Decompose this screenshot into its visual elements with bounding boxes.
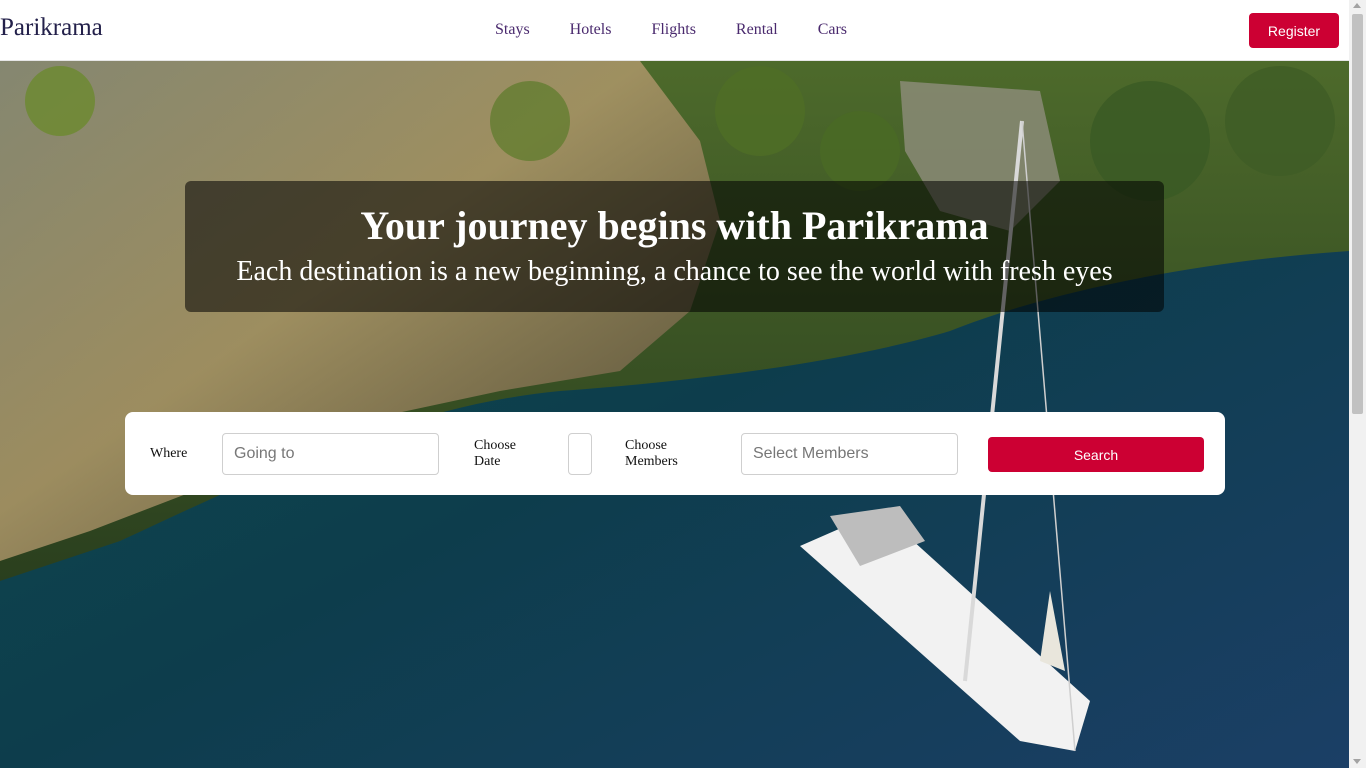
- scroll-thumb[interactable]: [1352, 14, 1363, 414]
- where-label: Where: [150, 446, 188, 461]
- date-input[interactable]: [568, 433, 592, 475]
- nav-link-stays[interactable]: Stays: [495, 20, 530, 40]
- choose-members-label-line2: Members: [625, 454, 678, 469]
- hero-section: Your journey begins with Parikrama Each …: [0, 61, 1349, 768]
- nav-link-hotels[interactable]: Hotels: [570, 20, 612, 40]
- search-panel: Where Choose Date Choose Members Search: [125, 412, 1225, 495]
- choose-date-label-line2: Date: [474, 454, 501, 469]
- nav-link-rental[interactable]: Rental: [736, 20, 778, 40]
- members-input[interactable]: [741, 433, 958, 475]
- scroll-down-arrow-icon[interactable]: [1353, 759, 1361, 764]
- top-navbar: Parikrama Stays Hotels Flights Rental Ca…: [0, 0, 1349, 61]
- choose-members-label-line1: Choose: [625, 438, 667, 453]
- choose-date-label-line1: Choose: [474, 438, 516, 453]
- hero-headline: Your journey begins with Parikrama: [360, 203, 989, 248]
- scroll-up-arrow-icon[interactable]: [1353, 3, 1361, 8]
- nav-link-cars[interactable]: Cars: [818, 20, 847, 40]
- where-input[interactable]: [222, 433, 439, 475]
- brand-logo[interactable]: Parikrama: [0, 14, 103, 42]
- page-scrollbar[interactable]: [1349, 0, 1366, 768]
- hero-headline-box: Your journey begins with Parikrama Each …: [185, 181, 1164, 312]
- main-nav: Stays Hotels Flights Rental Cars: [495, 20, 887, 40]
- hero-subheadline: Each destination is a new beginning, a c…: [236, 256, 1113, 287]
- register-button[interactable]: Register: [1249, 13, 1339, 48]
- search-button[interactable]: Search: [988, 437, 1204, 472]
- nav-link-flights[interactable]: Flights: [651, 20, 695, 40]
